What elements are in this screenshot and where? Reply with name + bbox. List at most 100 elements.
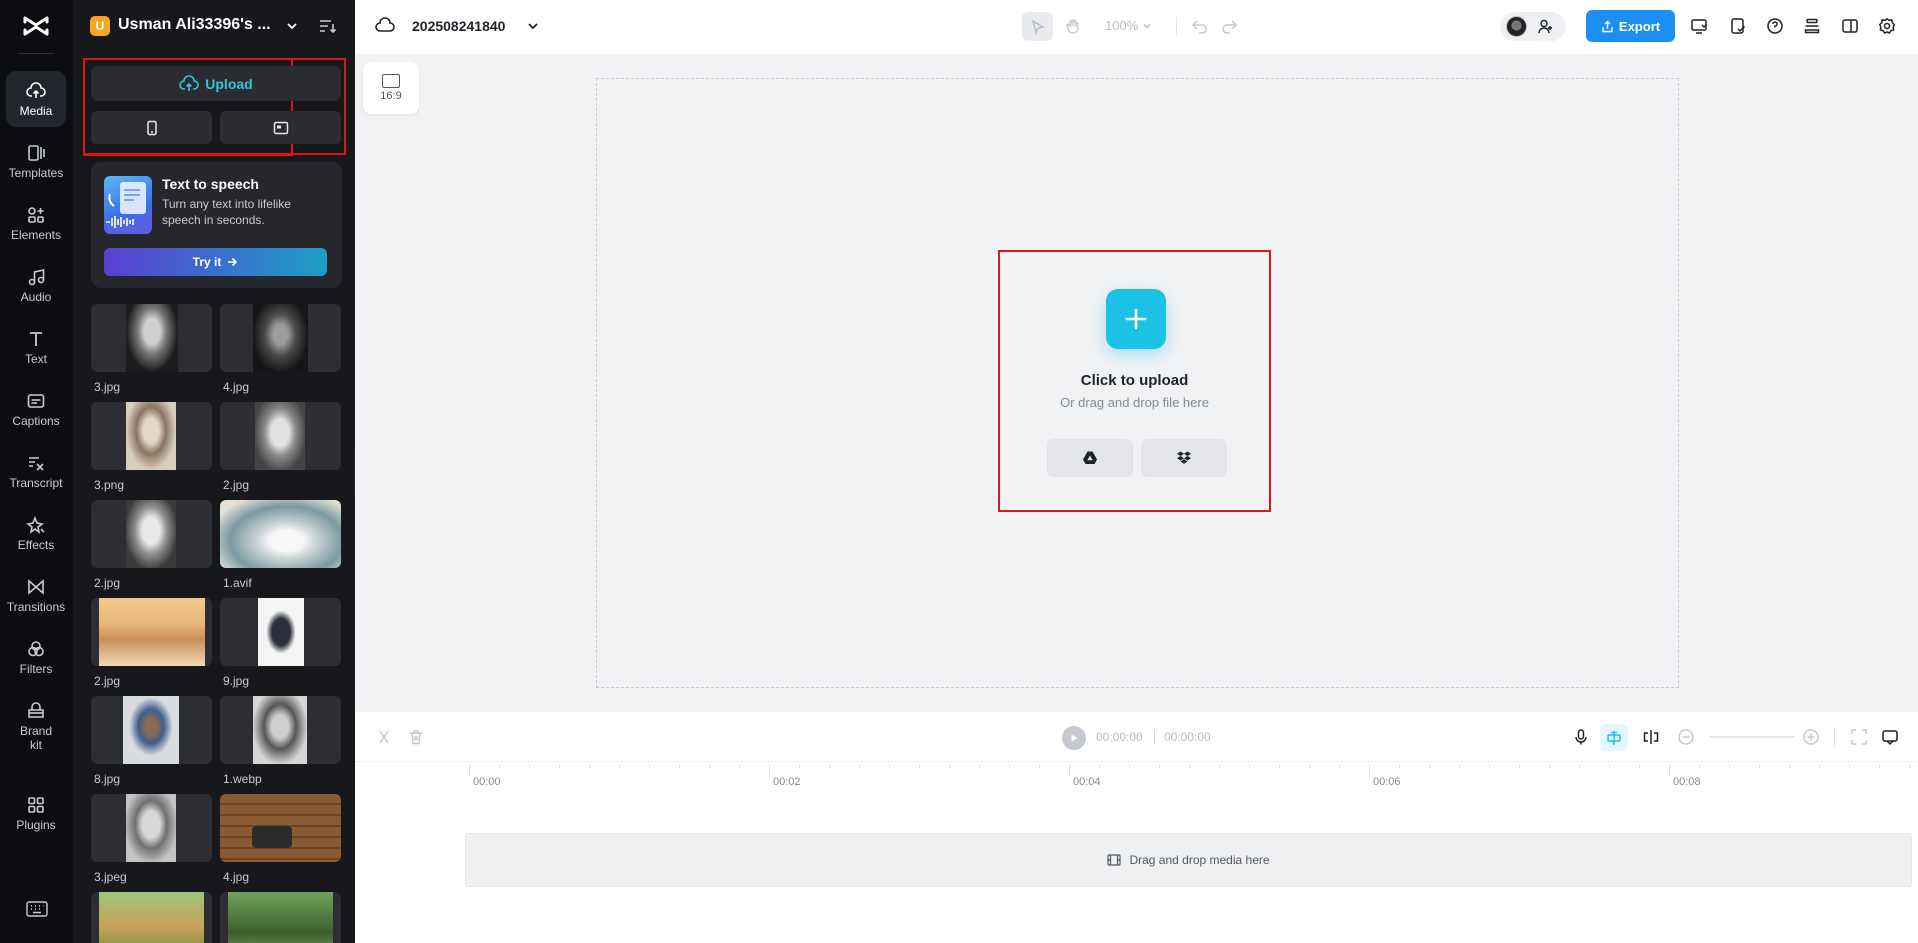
dropbox-button[interactable]	[1141, 439, 1227, 477]
collaborators-group[interactable]	[1500, 12, 1566, 41]
rail-item-text[interactable]: Text	[6, 319, 66, 375]
media-item[interactable]: 9.jpg	[220, 598, 341, 688]
ruler-tick	[1759, 764, 1760, 769]
help-button[interactable]	[1764, 15, 1786, 37]
google-drive-button[interactable]	[1047, 439, 1133, 477]
user-avatar[interactable]	[1506, 16, 1527, 37]
layers-button[interactable]	[1801, 15, 1823, 37]
zoom-value: 100%	[1105, 18, 1139, 33]
drop-zone-title: Click to upload	[1080, 372, 1189, 389]
ruler-tick	[1879, 764, 1880, 769]
chevron-down-icon[interactable]	[285, 19, 299, 33]
ruler-tick	[649, 764, 650, 769]
media-filename: 8.jpg	[94, 772, 121, 786]
fit-timeline-button[interactable]	[1849, 727, 1869, 747]
captions-toggle-button[interactable]	[1880, 727, 1900, 747]
capcut-logo-icon[interactable]	[22, 14, 50, 38]
ruler-tick	[1039, 764, 1040, 769]
record-screen-button[interactable]	[220, 111, 341, 144]
select-tool-button[interactable]	[1022, 12, 1053, 41]
split-button[interactable]	[374, 727, 394, 747]
panel-toggle-button[interactable]	[1839, 15, 1861, 37]
rail-item-audio[interactable]: Audio	[6, 257, 66, 313]
present-button[interactable]	[1688, 15, 1710, 37]
media-item[interactable]: 2.jpg	[220, 402, 341, 492]
track-drop-hint: Drag and drop media here	[1129, 853, 1270, 867]
auto-snap-toggle[interactable]	[1600, 724, 1628, 751]
cursor-icon	[1031, 18, 1045, 35]
upload-from-phone-button[interactable]	[91, 111, 212, 144]
ruler-tick	[709, 764, 710, 769]
link-tracks-button[interactable]	[1641, 727, 1661, 747]
rail-label: Audio	[20, 290, 52, 304]
aspect-ratio-label: 16:9	[380, 90, 402, 102]
rail-item-elements[interactable]: Elements	[6, 195, 66, 251]
zoom-dropdown[interactable]: 100%	[1105, 18, 1152, 33]
tts-try-button[interactable]: Try it	[104, 248, 327, 276]
rail-item-templates[interactable]: Templates	[6, 133, 66, 189]
top-bar: 202508241840 100% Export	[355, 0, 1918, 54]
rail-label: Brand kit	[19, 724, 53, 752]
media-item[interactable]	[220, 892, 341, 943]
upload-drop-zone[interactable]: Click to upload Or drag and drop file he…	[998, 250, 1271, 512]
microphone-button[interactable]	[1571, 727, 1591, 747]
media-item[interactable]: 4.jpg	[220, 304, 341, 394]
total-time: 00:00:00	[1164, 730, 1211, 744]
ruler-tick-label: 00:08	[1673, 776, 1701, 788]
aspect-ratio-button[interactable]: 16:9	[363, 62, 419, 114]
ruler-tick	[1849, 764, 1850, 769]
zoom-out-button[interactable]	[1676, 727, 1696, 747]
redo-icon	[1222, 20, 1238, 34]
ruler-tick	[469, 764, 470, 776]
media-item[interactable]: 3.png	[91, 402, 212, 492]
media-filename: 2.jpg	[94, 674, 121, 688]
hand-tool-button[interactable]	[1059, 12, 1087, 41]
media-item[interactable]	[91, 892, 212, 943]
rail-item-brand-kit[interactable]: Brand kit	[6, 691, 66, 761]
project-name[interactable]: 202508241840	[412, 18, 505, 34]
settings-button[interactable]	[1876, 15, 1898, 37]
rail-item-transitions[interactable]: Transitions	[6, 567, 66, 623]
add-user-icon[interactable]	[1537, 18, 1554, 35]
undo-button[interactable]	[1189, 15, 1211, 37]
sort-menu-icon[interactable]	[317, 16, 337, 36]
workspace-name[interactable]: Usman Ali33396's ...	[118, 16, 271, 34]
rail-item-effects[interactable]: Effects	[6, 505, 66, 561]
rail-item-media[interactable]: Media	[6, 71, 66, 127]
media-item[interactable]: 3.jpg	[91, 304, 212, 394]
cloud-sync-icon[interactable]	[375, 17, 395, 35]
delete-button[interactable]	[406, 727, 426, 747]
transcript-icon	[29, 457, 44, 471]
media-item[interactable]: 8.jpg	[91, 696, 212, 786]
ruler-tick	[979, 764, 980, 769]
rail-item-captions[interactable]: Captions	[6, 381, 66, 437]
media-item[interactable]: 2.jpg	[91, 598, 212, 688]
ruler-tick	[919, 764, 920, 769]
keyboard-shortcuts-icon[interactable]	[26, 901, 48, 917]
media-item[interactable]: 2.jpg	[91, 500, 212, 590]
chevron-down-icon[interactable]	[526, 19, 540, 33]
media-item[interactable]: 3.jpeg	[91, 794, 212, 884]
media-item[interactable]: 1.avif	[220, 500, 341, 590]
play-button[interactable]	[1062, 726, 1086, 750]
workspace-avatar[interactable]: U	[90, 16, 110, 36]
rail-item-plugins[interactable]: Plugins	[6, 785, 66, 841]
ruler-tick	[949, 764, 950, 769]
export-button[interactable]: Export	[1586, 10, 1675, 42]
upload-button[interactable]: Upload	[91, 66, 341, 101]
track-drop-zone[interactable]: Drag and drop media here	[465, 833, 1912, 887]
redo-button[interactable]	[1218, 15, 1240, 37]
media-item[interactable]: 4.jpg	[220, 794, 341, 884]
rail-item-transcript[interactable]: Transcript	[6, 443, 66, 499]
add-media-button[interactable]	[1106, 289, 1166, 349]
cloud-upload-icon	[26, 82, 46, 98]
media-item[interactable]: 1.webp	[220, 696, 341, 786]
ruler-tick	[1579, 764, 1580, 769]
zoom-in-button[interactable]	[1801, 727, 1821, 747]
timeline-ruler[interactable]: 00:00 00:02 00:04 00:06 00:08	[465, 764, 1918, 792]
timeline-zoom-slider[interactable]	[1709, 736, 1795, 738]
review-button[interactable]	[1727, 15, 1749, 37]
rail-item-filters[interactable]: Filters	[6, 629, 66, 685]
split-icon	[379, 730, 389, 744]
media-thumbnail	[91, 402, 212, 470]
